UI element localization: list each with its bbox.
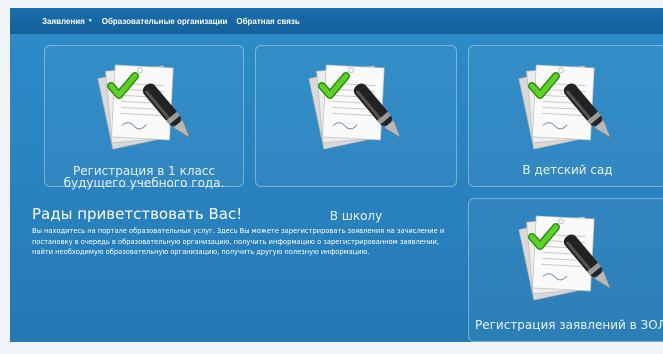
tile-first-grade-label: Регистрация в 1 класс будущего учебного … xyxy=(45,165,243,189)
tile-school-label: В школу xyxy=(329,209,383,223)
top-edge xyxy=(0,0,663,8)
caret-down-icon: ▼ xyxy=(87,18,93,24)
tile-first-grade-registration[interactable]: Регистрация в 1 класс будущего учебного … xyxy=(44,45,244,189)
nav-item-organizations[interactable]: Образовательные организации xyxy=(102,17,228,26)
tile-school[interactable]: В школу xyxy=(255,45,457,222)
document-signing-icon xyxy=(304,54,414,154)
left-edge xyxy=(0,0,10,354)
tile-first-grade-label-line2: будущего учебного года. xyxy=(63,176,225,190)
tile-zol-label: Регистрация заявлений в ЗОЛ xyxy=(475,319,663,331)
nav-item-applications[interactable]: Заявления ▼ xyxy=(42,17,93,26)
document-signing-icon xyxy=(514,54,624,154)
nav-item-applications-label: Заявления xyxy=(42,16,85,26)
document-signing-icon xyxy=(514,205,624,305)
top-navbar: Заявления ▼ Образовательные организации … xyxy=(10,8,663,34)
tile-kindergarten-label: В детский сад xyxy=(522,163,613,177)
portal-page: Заявления ▼ Образовательные организации … xyxy=(0,0,663,354)
nav-item-feedback[interactable]: Обратная связь xyxy=(236,17,299,26)
bottom-edge xyxy=(0,342,663,354)
tile-kindergarten[interactable]: В детский сад xyxy=(468,45,663,187)
welcome-text: Вы находитесь на портале образовательных… xyxy=(32,227,445,257)
welcome-heading: Рады приветствовать Вас! xyxy=(32,205,243,223)
document-signing-icon xyxy=(93,54,203,154)
tile-zol-registration[interactable]: Регистрация заявлений в ЗОЛ xyxy=(468,198,663,342)
